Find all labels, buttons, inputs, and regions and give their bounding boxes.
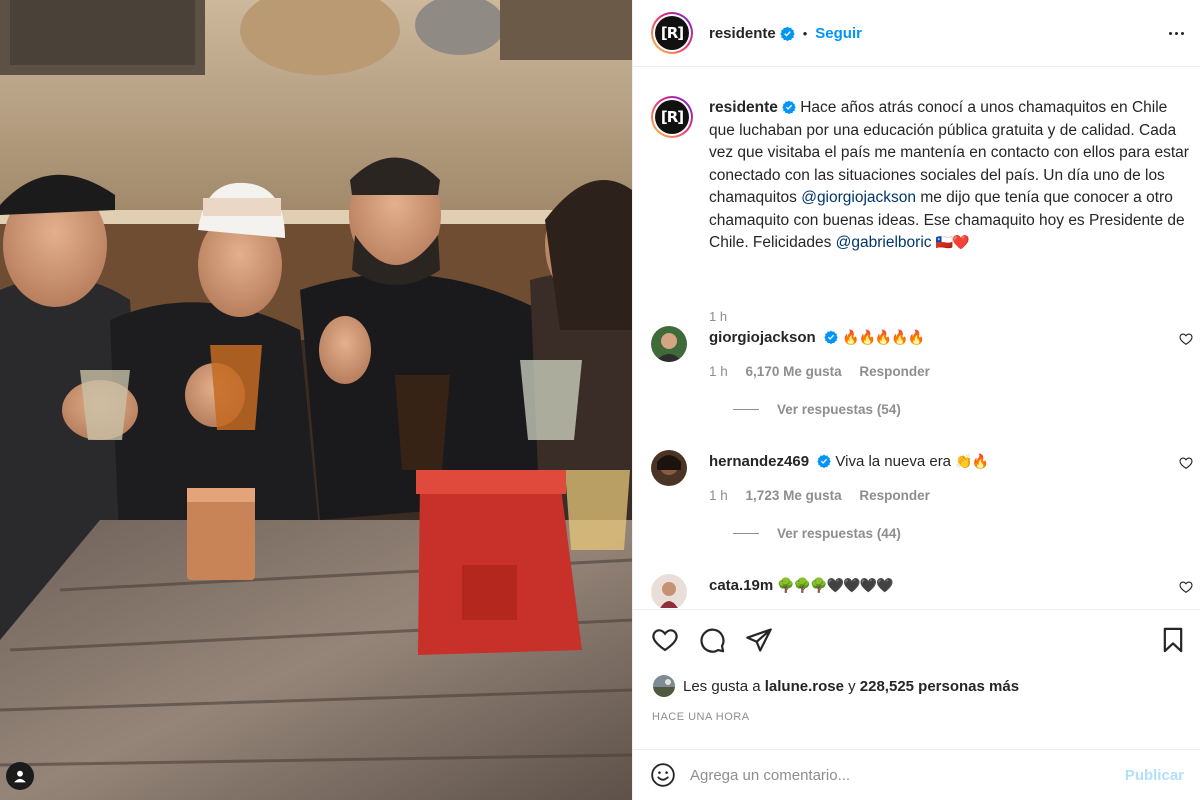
view-replies-label: Ver respuestas (54) [777, 402, 901, 417]
flag-heart-emoji: 🇨🇱❤️ [935, 235, 970, 251]
author-username[interactable]: residente [709, 25, 776, 42]
publish-button[interactable]: Publicar [1125, 767, 1184, 784]
separator-dot: • [802, 25, 808, 41]
reply-button[interactable]: Responder [859, 364, 930, 379]
comment-avatar[interactable] [651, 326, 687, 362]
reply-button[interactable]: Responder [859, 488, 930, 503]
clap-fire-emoji: 👏🔥 [955, 454, 989, 470]
comment-time: 1 h [709, 488, 728, 503]
caption-author-avatar[interactable]: [R] [651, 96, 693, 138]
comment-text: 🔥🔥🔥🔥🔥 [842, 330, 925, 346]
add-comment-bar: Publicar [632, 749, 1200, 800]
verified-badge-icon [824, 330, 838, 344]
author-avatar[interactable]: [R] [651, 12, 693, 54]
view-replies-label: Ver respuestas (44) [777, 526, 901, 541]
like-heart-icon[interactable] [651, 626, 679, 654]
emoji-smiley-icon[interactable] [650, 762, 676, 788]
verified-badge-icon [779, 26, 795, 41]
comment-username[interactable]: hernandez469 [709, 453, 809, 470]
verified-badge-icon [782, 100, 796, 114]
liker-username[interactable]: lalune.rose [765, 678, 844, 695]
post-header: [R] residente • Seguir [633, 0, 1200, 67]
post-actions: Les gusta a lalune.rose y 228,525 person… [633, 609, 1200, 723]
photo-illustration [0, 0, 632, 800]
more-options-icon[interactable] [1169, 26, 1184, 41]
follow-button[interactable]: Seguir [815, 25, 862, 42]
likes-count[interactable]: 228,525 personas más [860, 678, 1019, 695]
post-photo[interactable] [0, 0, 632, 800]
avatar-logo-text: [R] [655, 16, 689, 50]
view-replies-button[interactable]: Ver respuestas (54) [733, 402, 901, 417]
view-replies-button[interactable]: Ver respuestas (44) [733, 526, 901, 541]
save-bookmark-icon[interactable] [1159, 626, 1187, 654]
comment-time: 1 h [709, 364, 728, 379]
caption-username[interactable]: residente [709, 99, 778, 116]
comment-avatar[interactable] [651, 574, 687, 608]
comments-area[interactable]: [R] residente Hace años atrás conocí a u… [633, 68, 1200, 608]
comment-text: 🌳🌳🌳🖤🖤🖤🖤 [777, 578, 893, 594]
mention-link[interactable]: @gabrielboric [836, 234, 932, 251]
instagram-post-view: [R] residente • Seguir [R] residente Hac… [0, 0, 1200, 800]
like-comment-heart-icon[interactable] [1179, 580, 1193, 594]
liker-avatar[interactable] [653, 675, 675, 697]
comment-text: Viva la nueva era [835, 453, 952, 470]
comment-input[interactable] [690, 766, 1125, 784]
caption-time: 1 h [709, 309, 728, 324]
comment-likes[interactable]: 6,170 Me gusta [746, 364, 842, 379]
post-side-panel: [R] residente • Seguir [R] residente Hac… [632, 0, 1200, 800]
comment-avatar[interactable] [651, 450, 687, 486]
comment-bubble-icon[interactable] [698, 626, 726, 654]
comment-likes[interactable]: 1,723 Me gusta [746, 488, 842, 503]
person-icon [14, 770, 26, 783]
posted-time[interactable]: HACE UNA HORA [652, 711, 750, 723]
share-paper-plane-icon[interactable] [745, 626, 773, 654]
comment-username[interactable]: giorgiojackson [709, 329, 816, 346]
caption-text: residente Hace años atrás conocí a unos … [709, 97, 1189, 255]
mention-link[interactable]: @giorgiojackson [801, 189, 916, 206]
likes-summary: Les gusta a lalune.rose y 228,525 person… [653, 675, 1019, 697]
caption-avatar-logo-text: [R] [655, 100, 689, 134]
like-comment-heart-icon[interactable] [1179, 332, 1193, 346]
like-comment-heart-icon[interactable] [1179, 456, 1193, 470]
tagged-people-button[interactable] [6, 762, 34, 790]
comment-username[interactable]: cata.19m [709, 577, 773, 594]
likes-connector: y [848, 677, 856, 695]
likes-prefix: Les gusta a [683, 677, 761, 695]
verified-badge-icon [817, 454, 831, 468]
